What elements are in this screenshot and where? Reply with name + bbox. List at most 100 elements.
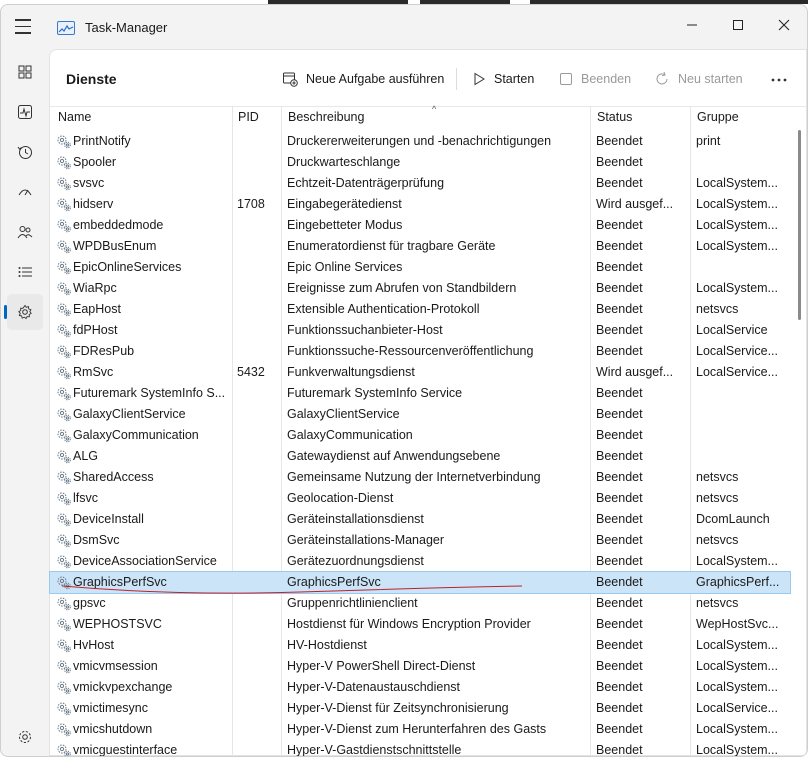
service-description: Hyper-V PowerShell Direct-Dienst xyxy=(287,659,476,673)
service-gear-icon xyxy=(56,323,72,338)
service-description: Gerätezuordnungsdienst xyxy=(287,554,424,568)
users-icon[interactable] xyxy=(7,214,43,250)
service-gear-icon xyxy=(56,659,72,674)
service-row[interactable]: FDResPub Funktionssuche-Ressourcenveröffe… xyxy=(50,341,790,362)
details-icon[interactable] xyxy=(7,254,43,290)
service-row[interactable]: WPDBusEnum Enumeratordienst für tragbare … xyxy=(50,236,790,257)
service-row[interactable]: EpicOnlineServices Epic Online Services Be… xyxy=(50,257,790,278)
service-description: Druckererweiterungen und -benachrichtigu… xyxy=(287,134,552,148)
service-status: Beendet xyxy=(596,743,643,757)
service-group: LocalSystem... xyxy=(696,176,778,190)
service-row[interactable]: RmSvc 5432 Funkverwaltungsdienst Wird ausge… xyxy=(50,362,790,383)
restart-button[interactable]: Neu starten xyxy=(654,64,743,94)
start-button[interactable]: Starten xyxy=(472,64,534,94)
stop-icon xyxy=(560,73,572,85)
service-row[interactable]: gpsvc Gruppenrichtlinienclient Beendet nets… xyxy=(50,593,790,614)
service-description: Extensible Authentication-Protokoll xyxy=(287,302,480,316)
service-description: Epic Online Services xyxy=(287,260,403,274)
app-history-icon[interactable] xyxy=(7,134,43,170)
maximize-button[interactable] xyxy=(715,11,761,39)
column-group[interactable]: Gruppe xyxy=(697,110,739,124)
service-row[interactable]: vmicguestinterface Hyper-V-Gastdienstschn… xyxy=(50,740,790,757)
column-pid[interactable]: PID xyxy=(238,110,259,124)
service-name: DsmSvc xyxy=(73,533,120,547)
service-group: LocalSystem... xyxy=(696,218,778,232)
service-gear-icon xyxy=(56,239,72,254)
service-description: Eingabegerätedienst xyxy=(287,197,402,211)
service-row[interactable]: Futuremark SystemInfo S... Futuremark Sys… xyxy=(50,383,790,404)
processes-icon[interactable] xyxy=(7,54,43,90)
column-status[interactable]: Status xyxy=(597,110,632,124)
restart-label: Neu starten xyxy=(678,72,743,86)
service-description: Gemeinsame Nutzung der Internetverbindun… xyxy=(287,470,541,484)
service-description: Eingebetteter Modus xyxy=(287,218,403,232)
service-row[interactable]: fdPHost Funktionssuchanbieter-Host Beendet… xyxy=(50,320,790,341)
service-row[interactable]: vmictimesync Hyper-V-Dienst für Zeitsynch… xyxy=(50,698,790,719)
service-group: netsvcs xyxy=(696,302,739,316)
service-row[interactable]: hidserv 1708 Eingabegerätedienst Wird ausge… xyxy=(50,194,790,215)
service-description: Hyper-V-Datenaustauschdienst xyxy=(287,680,461,694)
task-manager-window: Task-Manager Dienste Neue Aufgabe ausfüh… xyxy=(0,4,808,757)
service-status: Beendet xyxy=(596,638,643,652)
service-group: LocalSystem... xyxy=(696,743,778,757)
service-group: print xyxy=(696,134,721,148)
stop-button[interactable]: Beenden xyxy=(559,64,631,94)
service-row[interactable]: embeddedmode Eingebetteter Modus Beendet Lo… xyxy=(50,215,790,236)
column-name[interactable]: Name xyxy=(58,110,91,124)
service-description: Ereignisse zum Abrufen von Standbildern xyxy=(287,281,517,295)
service-status: Beendet xyxy=(596,155,643,169)
service-gear-icon xyxy=(56,155,72,170)
service-status: Beendet xyxy=(596,491,643,505)
service-row[interactable]: svsvc Echtzeit-Datenträgerprüfung Beendet L… xyxy=(50,173,790,194)
service-row[interactable]: vmicshutdown Hyper-V-Dienst zum Herunterf… xyxy=(50,719,790,740)
minimize-button[interactable] xyxy=(669,11,715,39)
service-gear-icon xyxy=(56,596,72,611)
service-group: LocalSystem... xyxy=(696,659,778,673)
service-row[interactable]: ALG Gatewaydienst auf Anwendungsebene Been… xyxy=(50,446,790,467)
service-row[interactable]: GraphicsPerfSvc GraphicsPerfSvc Beendet Gra… xyxy=(49,571,791,594)
service-row[interactable]: Spooler Druckwarteschlange Beendet xyxy=(50,152,790,173)
service-row[interactable]: GalaxyClientService GalaxyClientService Be… xyxy=(50,404,790,425)
performance-icon[interactable] xyxy=(7,94,43,130)
service-row[interactable]: lfsvc Geolocation-Dienst Beendet netsvcs xyxy=(50,488,790,509)
service-row[interactable]: EapHost Extensible Authentication-Protoko… xyxy=(50,299,790,320)
vertical-scrollbar[interactable] xyxy=(798,130,801,320)
service-gear-icon xyxy=(56,533,72,548)
column-description[interactable]: Beschreibung xyxy=(288,110,364,124)
service-row[interactable]: GalaxyCommunication GalaxyCommunication Be… xyxy=(50,425,790,446)
more-icon xyxy=(771,78,787,82)
service-group: netsvcs xyxy=(696,596,739,610)
menu-icon[interactable] xyxy=(15,19,35,35)
service-description: Druckwarteschlange xyxy=(287,155,401,169)
service-row[interactable]: vmicvmsession Hyper-V PowerShell Direct-D… xyxy=(50,656,790,677)
service-name: WiaRpc xyxy=(73,281,117,295)
more-options-button[interactable] xyxy=(770,70,788,88)
toolbar: Dienste Neue Aufgabe ausführen Starten B… xyxy=(50,50,807,107)
run-new-task-button[interactable]: Neue Aufgabe ausführen xyxy=(282,64,444,94)
service-row[interactable]: SharedAccess Gemeinsame Nutzung der Inter… xyxy=(50,467,790,488)
settings-icon[interactable] xyxy=(7,719,43,755)
service-row[interactable]: vmickvpexchange Hyper-V-Datenaustauschdie… xyxy=(50,677,790,698)
service-status: Beendet xyxy=(596,512,643,526)
service-description: Gruppenrichtlinienclient xyxy=(287,596,418,610)
title-bar: Task-Manager xyxy=(1,5,807,49)
service-group: DcomLaunch xyxy=(696,512,770,526)
service-gear-icon xyxy=(56,302,72,317)
service-row[interactable]: DsmSvc Geräteinstallations-Manager Beendet… xyxy=(50,530,790,551)
service-row[interactable]: DeviceAssociationService Gerätezuordnungs… xyxy=(50,551,790,572)
service-name: ALG xyxy=(73,449,99,463)
service-status: Beendet xyxy=(596,722,643,736)
service-row[interactable]: WiaRpc Ereignisse zum Abrufen von Standbi… xyxy=(50,278,790,299)
service-status: Wird ausgef... xyxy=(596,365,674,379)
play-icon xyxy=(474,72,485,86)
close-button[interactable] xyxy=(761,11,807,39)
task-manager-app-icon xyxy=(57,21,75,35)
new-task-icon xyxy=(283,72,298,87)
service-row[interactable]: PrintNotify Druckererweiterungen und -ben… xyxy=(50,131,790,152)
service-row[interactable]: WEPHOSTSVC Hostdienst für Windows Encrypt… xyxy=(50,614,790,635)
services-icon[interactable] xyxy=(4,294,43,330)
service-row[interactable]: HvHost HV-Hostdienst Beendet LocalSystem... xyxy=(50,635,790,656)
service-status: Beendet xyxy=(596,575,643,589)
service-row[interactable]: DeviceInstall Geräteinstallationsdienst Be… xyxy=(50,509,790,530)
startup-apps-icon[interactable] xyxy=(7,174,43,210)
